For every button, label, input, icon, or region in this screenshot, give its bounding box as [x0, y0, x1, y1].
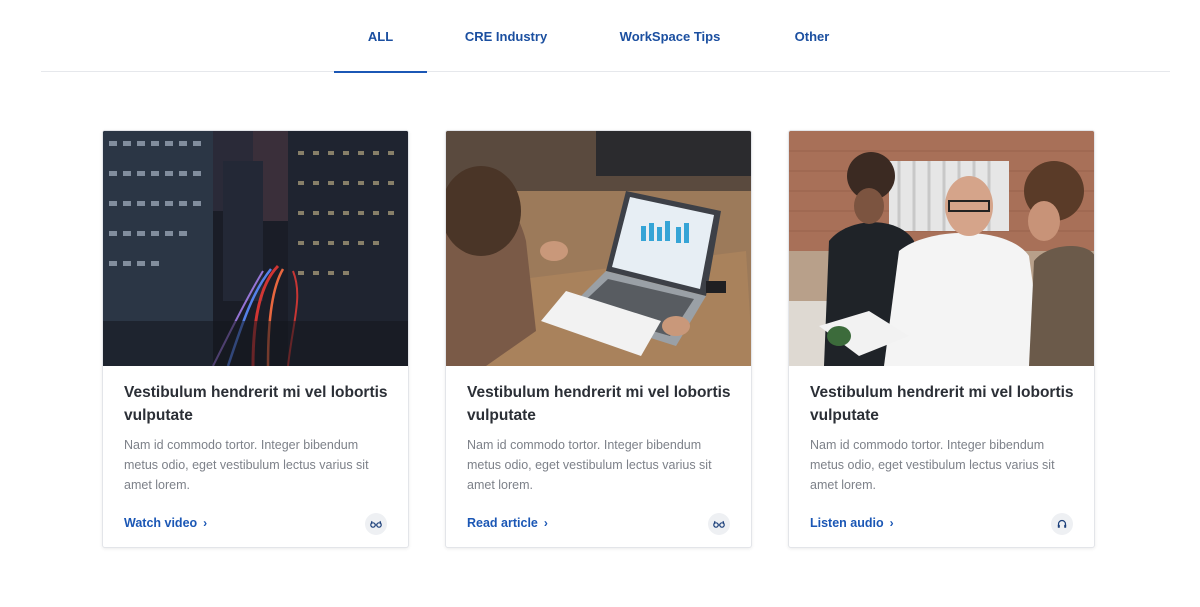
card-title[interactable]: Vestibulum hendrerit mi vel lobortis vul…: [124, 381, 396, 427]
card-title[interactable]: Vestibulum hendrerit mi vel lobortis vul…: [810, 381, 1082, 427]
card-description: Nam id commodo tortor. Integer bibendum …: [467, 438, 712, 492]
category-tabs: ALL CRE Industry WorkSpace Tips Other: [41, 0, 1170, 73]
chevron-right-icon: ›: [203, 516, 208, 530]
laptop-desk-photo: [446, 131, 751, 366]
tab-cre-industry[interactable]: CRE Industry: [456, 0, 556, 72]
article-card[interactable]: Vestibulum hendrerit mi vel lobortis vul…: [445, 130, 752, 548]
listen-audio-link[interactable]: Listen audio ›: [810, 516, 894, 530]
watch-video-link[interactable]: Watch video ›: [124, 516, 207, 530]
card-description: Nam id commodo tortor. Integer bibendum …: [124, 438, 369, 492]
card-title[interactable]: Vestibulum hendrerit mi vel lobortis vul…: [467, 381, 739, 427]
link-label: Read article: [467, 516, 538, 530]
tab-workspace-tips[interactable]: WorkSpace Tips: [611, 0, 729, 72]
headphones-icon: [1051, 513, 1073, 535]
article-card[interactable]: Vestibulum hendrerit mi vel lobortis vul…: [788, 130, 1095, 548]
link-label: Watch video: [124, 516, 198, 530]
glasses-icon: [708, 513, 730, 535]
chevron-right-icon: ›: [889, 516, 894, 530]
card-description: Nam id commodo tortor. Integer bibendum …: [810, 438, 1055, 492]
tab-all[interactable]: ALL: [334, 0, 427, 73]
tab-other[interactable]: Other: [786, 0, 838, 72]
team-meeting-photo: [789, 131, 1094, 366]
glasses-icon: [365, 513, 387, 535]
city-night-buildings-photo: [103, 131, 408, 366]
article-card[interactable]: Vestibulum hendrerit mi vel lobortis vul…: [102, 130, 409, 548]
link-label: Listen audio: [810, 516, 884, 530]
read-article-link[interactable]: Read article ›: [467, 516, 548, 530]
chevron-right-icon: ›: [543, 516, 548, 530]
